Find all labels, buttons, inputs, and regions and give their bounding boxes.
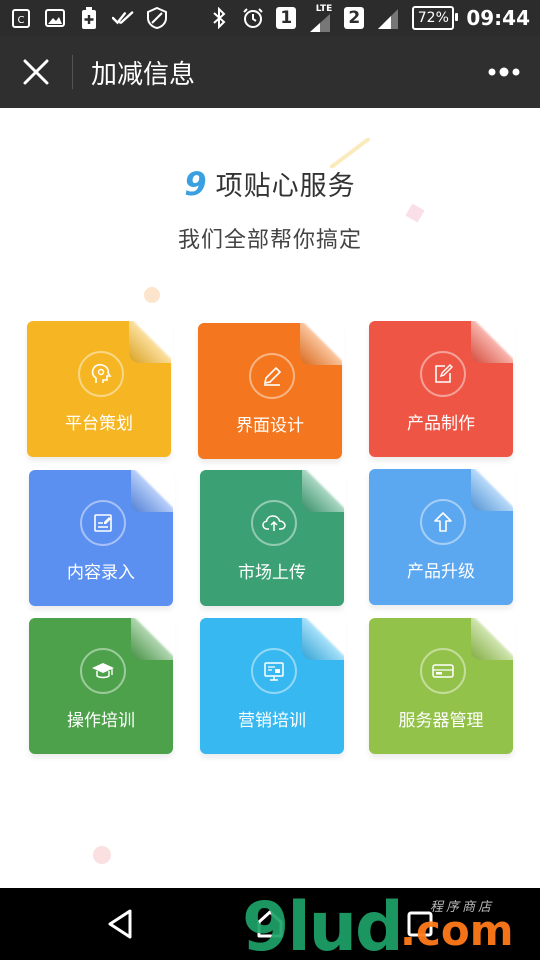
service-card-product-build[interactable]: 产品制作 bbox=[369, 319, 515, 457]
service-card-market-upload[interactable]: 市场上传 bbox=[200, 468, 346, 606]
service-card-product-upgrade[interactable]: 产品升级 bbox=[369, 467, 515, 605]
back-icon bbox=[108, 909, 132, 939]
battery-indicator: 72% bbox=[412, 6, 459, 30]
page-title: 加减信息 bbox=[91, 59, 196, 90]
headline: 9 项贴心服务 bbox=[0, 164, 540, 203]
card-fold bbox=[131, 468, 175, 512]
card-label: 产品升级 bbox=[407, 562, 475, 582]
back-button[interactable] bbox=[80, 888, 160, 960]
more-dots-icon bbox=[488, 67, 520, 77]
battery-plus-icon bbox=[78, 7, 100, 29]
card-label: 营销培训 bbox=[238, 711, 306, 731]
close-icon bbox=[23, 59, 49, 85]
card-fold bbox=[300, 321, 344, 365]
more-button[interactable] bbox=[468, 36, 540, 108]
card-fold bbox=[129, 319, 173, 363]
navigation-bar bbox=[0, 888, 540, 960]
service-card-ui-design[interactable]: 界面设计 bbox=[198, 321, 344, 459]
service-card-content-entry[interactable]: 内容录入 bbox=[29, 468, 175, 606]
service-card-platform-planning[interactable]: 平台策划 bbox=[27, 319, 173, 457]
card-fold bbox=[471, 319, 515, 363]
image-icon bbox=[44, 7, 66, 29]
headline-text: 项贴心服务 bbox=[215, 171, 356, 202]
card-fold bbox=[302, 468, 346, 512]
subheadline: 我们全部帮你搞定 bbox=[177, 228, 362, 253]
sparkle-decoration bbox=[144, 287, 160, 303]
card-fold bbox=[302, 616, 346, 660]
recents-button[interactable] bbox=[380, 888, 460, 960]
alarm-icon bbox=[242, 7, 264, 29]
arrow-up-icon bbox=[420, 499, 466, 545]
pencil-icon bbox=[249, 353, 295, 399]
double-check-icon bbox=[112, 7, 134, 29]
card-label: 产品制作 bbox=[407, 414, 475, 434]
signal-icon-2 bbox=[378, 9, 399, 29]
service-card-operation-training[interactable]: 操作培训 bbox=[29, 616, 175, 754]
card-label: 平台策划 bbox=[65, 414, 133, 434]
card-label: 内容录入 bbox=[67, 563, 135, 583]
svg-text:C: C bbox=[18, 15, 25, 26]
cloud-upload-icon bbox=[251, 500, 297, 546]
headline-number: 9 bbox=[184, 165, 208, 203]
status-bar: C 1 LTE 2 72% 09:44 bbox=[0, 0, 540, 36]
input-form-icon bbox=[80, 500, 126, 546]
sim2-indicator: 2 bbox=[344, 7, 365, 29]
recents-icon bbox=[407, 911, 433, 937]
status-right: 1 LTE 2 72% 09:44 bbox=[208, 3, 530, 32]
block-shield-icon bbox=[146, 7, 168, 29]
card-fold bbox=[471, 467, 515, 511]
sparkle-decoration bbox=[93, 846, 111, 864]
signal-icon bbox=[310, 13, 331, 32]
bluetooth-icon bbox=[208, 7, 230, 29]
sim1-indicator: 1 bbox=[276, 7, 297, 29]
home-button[interactable] bbox=[230, 888, 310, 960]
signal-lte-group: LTE bbox=[308, 3, 333, 32]
card-label: 操作培训 bbox=[67, 711, 135, 731]
card-fold bbox=[471, 616, 515, 660]
title-bar: 加减信息 bbox=[0, 36, 540, 108]
service-card-server-management[interactable]: 服务器管理 bbox=[369, 616, 515, 754]
server-icon bbox=[420, 648, 466, 694]
graduation-cap-icon bbox=[80, 648, 126, 694]
status-left: C bbox=[10, 7, 168, 29]
main-content: 9 项贴心服务 我们全部帮你搞定 平台策划 界面设计 产品制作 内容录入 市场上… bbox=[0, 108, 540, 888]
card-fold bbox=[131, 616, 175, 660]
lightbulb-head-icon bbox=[78, 351, 124, 397]
clock: 09:44 bbox=[466, 6, 530, 30]
close-button[interactable] bbox=[0, 36, 72, 108]
edit-icon bbox=[420, 351, 466, 397]
card-label: 界面设计 bbox=[236, 416, 304, 436]
card-label: 市场上传 bbox=[238, 563, 306, 583]
service-card-marketing-training[interactable]: 营销培训 bbox=[200, 616, 346, 754]
presentation-icon bbox=[251, 648, 297, 694]
home-icon bbox=[257, 910, 283, 938]
title-divider bbox=[72, 55, 73, 89]
card-label: 服务器管理 bbox=[398, 711, 484, 731]
network-type-label: LTE bbox=[315, 3, 333, 14]
clipboard-icon: C bbox=[10, 7, 32, 29]
